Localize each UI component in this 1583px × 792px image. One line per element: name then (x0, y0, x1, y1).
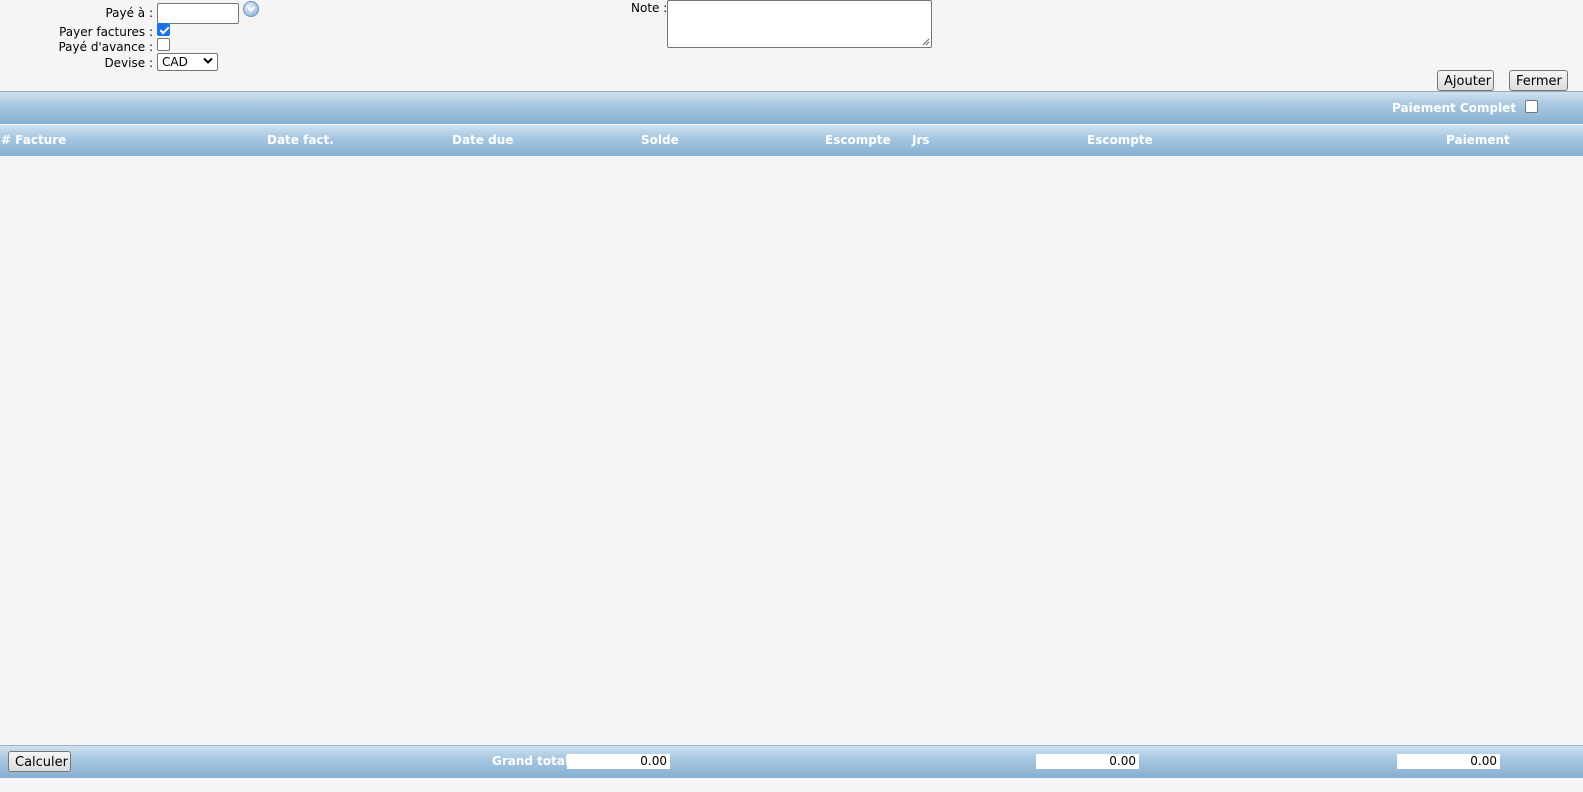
col-header-solde: Solde (641, 133, 679, 147)
paye-a-label: Payé à : (105, 6, 153, 20)
col-header-paiement: Paiement (1446, 133, 1510, 147)
devise-selected-value: CAD (162, 55, 188, 69)
payer-factures-label: Payer factures : (59, 25, 153, 39)
devise-select[interactable]: CAD (157, 53, 218, 71)
col-header-escompte-amount: Escompte (1087, 133, 1153, 147)
invoice-table-body (0, 156, 1583, 745)
fermer-button[interactable]: Fermer (1509, 70, 1568, 91)
paiement-complet-bar: Paiement Complet (0, 91, 1583, 124)
col-header-jrs: Jrs (912, 133, 930, 147)
total-solde-field[interactable]: 0.00 (567, 754, 670, 769)
total-escompte-field[interactable]: 0.00 (1036, 754, 1139, 769)
calculer-button[interactable]: Calculer (8, 751, 71, 772)
paye-avance-checkbox[interactable] (157, 38, 170, 51)
paye-a-input[interactable] (157, 3, 239, 24)
devise-label: Devise : (104, 56, 153, 70)
footer-bar: Calculer Grand total: 0.00 0.00 0.00 (0, 745, 1583, 778)
resize-grip-icon[interactable] (921, 37, 930, 46)
col-header-date-due: Date due (452, 133, 514, 147)
paye-avance-label: Payé d'avance : (58, 40, 153, 54)
note-textarea[interactable] (667, 0, 932, 48)
grand-total-label: Grand total: (492, 754, 574, 768)
note-label: Note : (631, 1, 668, 15)
ajouter-button[interactable]: Ajouter (1437, 70, 1494, 91)
col-header-facture: # Facture (1, 133, 67, 147)
total-paiement-field[interactable]: 0.00 (1397, 754, 1500, 769)
paiement-complet-checkbox[interactable] (1525, 100, 1538, 113)
lookup-chevron-icon[interactable] (243, 1, 259, 17)
col-header-escompte: Escompte (825, 133, 891, 147)
col-header-date-fact: Date fact. (267, 133, 334, 147)
payer-factures-checkbox[interactable] (157, 23, 170, 36)
paiement-complet-label: Paiement Complet (1392, 101, 1517, 115)
chevron-down-icon (203, 57, 213, 64)
table-header: # Facture Date fact. Date due Solde Esco… (0, 125, 1583, 156)
